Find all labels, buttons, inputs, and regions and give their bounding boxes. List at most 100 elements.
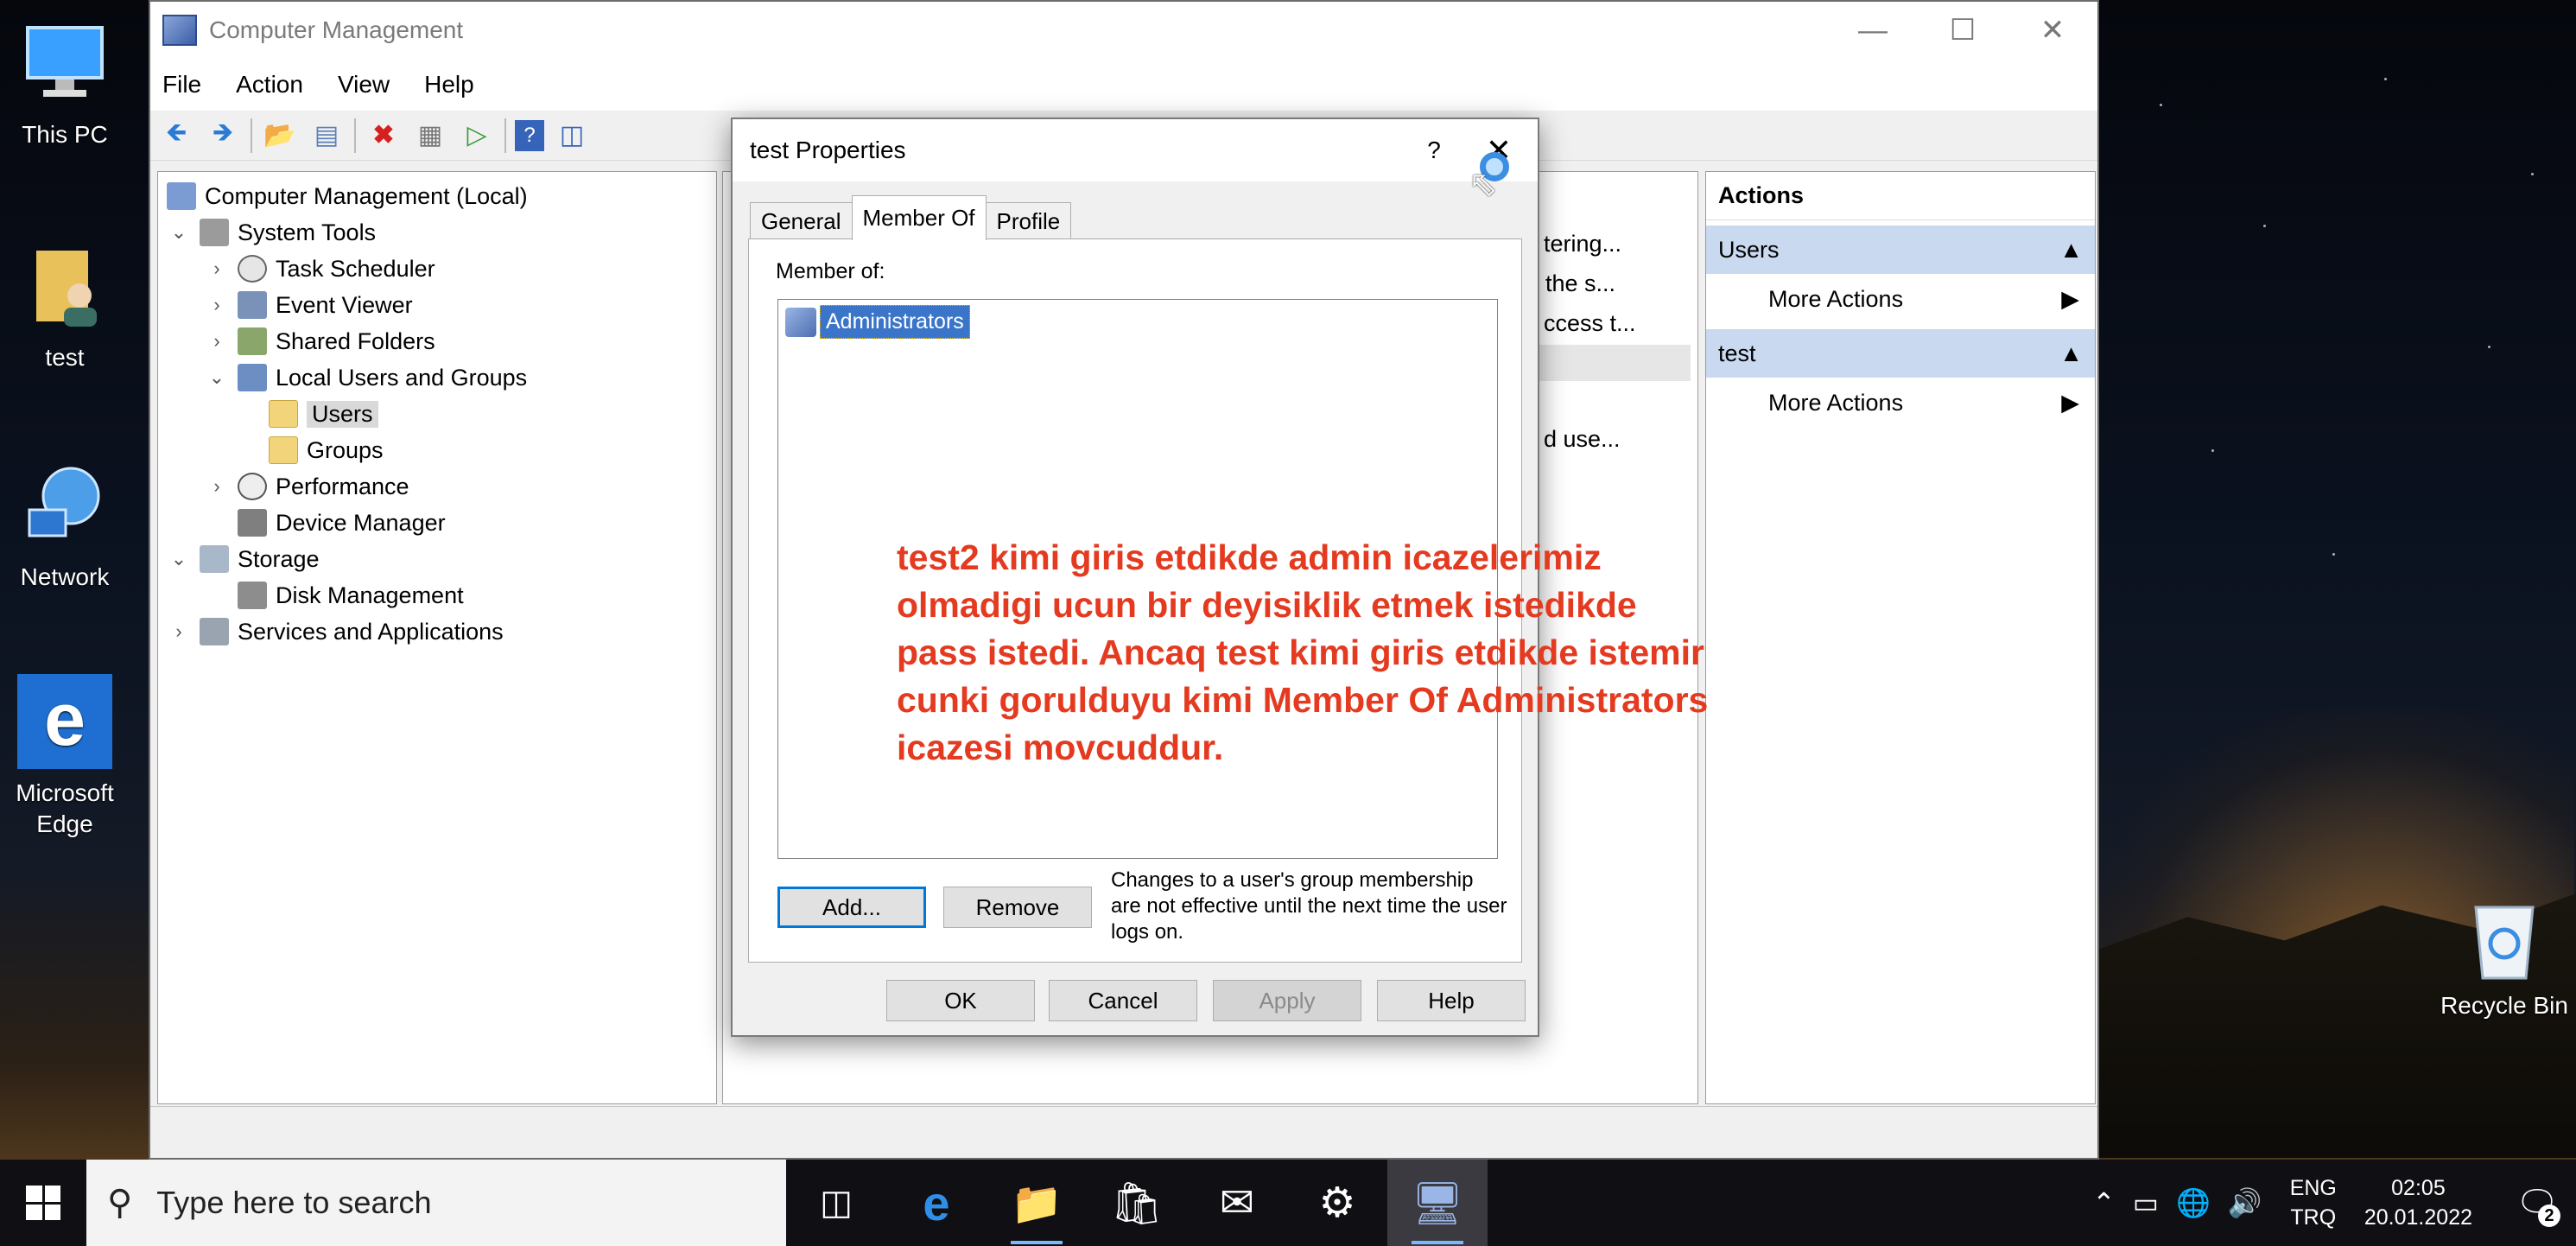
notification-count-badge: 2 <box>2538 1205 2560 1227</box>
toolbar-separator <box>251 118 252 153</box>
console-tree: Computer Management (Local) ⌄ System Tool… <box>157 171 717 1104</box>
tree-item-services-applications[interactable]: › Services and Applications <box>167 614 504 649</box>
performance-icon <box>238 473 267 500</box>
selected-row-highlight[interactable] <box>1535 345 1691 381</box>
menu-view[interactable]: View <box>338 71 390 99</box>
collapse-up-icon[interactable]: ▲ <box>2059 340 2083 367</box>
back-icon[interactable]: 🡸 <box>157 117 195 155</box>
desktop-icon-this-pc[interactable]: This PC <box>0 16 130 150</box>
star <box>2384 78 2387 80</box>
settings-gear-icon[interactable]: ⚙ <box>1287 1160 1387 1246</box>
forward-icon[interactable]: 🡺 <box>204 117 242 155</box>
tree-item-task-scheduler[interactable]: › Task Scheduler <box>205 251 435 286</box>
storage-icon <box>200 545 229 573</box>
up-folder-icon[interactable]: 📂 <box>261 117 299 155</box>
cancel-button[interactable]: Cancel <box>1049 980 1197 1021</box>
chevron-right-icon[interactable]: › <box>167 620 191 643</box>
tree-item-users[interactable]: Users <box>269 397 378 431</box>
properties-icon[interactable]: ▦ <box>411 117 449 155</box>
chevron-down-icon[interactable]: ⌄ <box>167 548 191 570</box>
users-groups-icon <box>238 364 267 391</box>
edge-taskbar-icon[interactable]: e <box>886 1160 987 1246</box>
store-icon[interactable]: 🛍 <box>1087 1160 1187 1246</box>
delete-icon[interactable]: ✖ <box>365 117 403 155</box>
chevron-right-icon[interactable]: › <box>205 257 229 280</box>
tree-item-shared-folders[interactable]: › Shared Folders <box>205 324 435 359</box>
tree-item-local-users-groups[interactable]: ⌄ Local Users and Groups <box>205 360 527 395</box>
file-explorer-icon[interactable]: 📁 <box>987 1160 1087 1246</box>
close-window-button[interactable]: ✕ <box>2008 2 2097 59</box>
volume-icon[interactable]: 🔊 <box>2228 1186 2262 1219</box>
add-button[interactable]: Add... <box>777 887 926 928</box>
actions-section-users[interactable]: Users ▲ <box>1706 226 2095 274</box>
computer-icon <box>17 16 112 111</box>
more-actions-users[interactable]: More Actions ▶ <box>1706 274 2095 324</box>
chevron-right-icon[interactable]: › <box>205 294 229 316</box>
show-action-pane-icon[interactable]: ◫ <box>553 117 591 155</box>
actions-header: Actions <box>1706 172 2095 220</box>
tab-general[interactable]: General <box>750 202 853 240</box>
network-icon[interactable]: 🌐 <box>2176 1186 2211 1219</box>
notification-center-icon[interactable]: 🗨 2 <box>2498 1160 2576 1246</box>
desktop-icon-recycle-bin[interactable]: Recycle Bin <box>2433 895 2576 1021</box>
status-bar <box>150 1106 2097 1158</box>
apply-button[interactable]: Apply <box>1213 980 1361 1021</box>
help-icon[interactable]: ? <box>515 119 544 151</box>
remove-button[interactable]: Remove <box>943 887 1092 928</box>
clock-icon <box>238 255 267 283</box>
star <box>2531 173 2534 175</box>
export-list-icon[interactable]: ▷ <box>458 117 496 155</box>
desktop-icon-edge[interactable]: e Microsoft Edge <box>0 674 130 840</box>
window-titlebar[interactable]: Computer Management — ☐ ✕ <box>150 2 2097 59</box>
menu-help[interactable]: Help <box>424 71 474 99</box>
description-cell: d use... <box>1544 426 1621 452</box>
computer-management-taskbar-icon[interactable]: 🖥 <box>1387 1160 1488 1246</box>
mail-icon[interactable]: ✉ <box>1187 1160 1287 1246</box>
chevron-right-icon[interactable]: › <box>205 330 229 353</box>
list-item-administrators[interactable]: Administrators <box>785 305 970 339</box>
toolbar-separator <box>354 118 356 153</box>
input-language-indicator[interactable]: ENG TRQ <box>2290 1173 2337 1232</box>
device-manager-icon <box>238 509 267 537</box>
minimize-button[interactable]: — <box>1828 2 1918 59</box>
star <box>2488 346 2490 348</box>
collapse-up-icon[interactable]: ▲ <box>2059 237 2083 264</box>
tree-item-system-tools[interactable]: ⌄ System Tools <box>167 215 376 250</box>
desktop-icon-user-folder[interactable]: test <box>0 238 130 373</box>
tree-item-groups[interactable]: Groups <box>269 433 384 467</box>
show-hide-tree-icon[interactable]: ▤ <box>308 117 346 155</box>
maximize-button[interactable]: ☐ <box>1918 2 2008 59</box>
menu-action[interactable]: Action <box>236 71 303 99</box>
recycle-bin-icon <box>2465 895 2543 982</box>
star <box>2211 449 2214 452</box>
description-cell: the s... <box>1545 270 1616 296</box>
ok-button[interactable]: OK <box>886 980 1035 1021</box>
tree-item-computer-management[interactable]: Computer Management (Local) <box>167 179 528 213</box>
tab-member-of[interactable]: Member Of <box>851 195 987 240</box>
chevron-down-icon[interactable]: ⌄ <box>205 366 229 389</box>
usb-device-icon[interactable]: ▭ <box>2133 1186 2159 1219</box>
chevron-right-icon[interactable]: › <box>205 475 229 498</box>
tree-item-event-viewer[interactable]: › Event Viewer <box>205 288 413 322</box>
tree-item-device-manager[interactable]: Device Manager <box>238 505 446 540</box>
desktop-icon-network[interactable]: Network <box>0 458 130 593</box>
star <box>2160 104 2162 106</box>
tree-item-performance[interactable]: › Performance <box>205 469 409 504</box>
submenu-arrow-icon: ▶ <box>2061 285 2079 312</box>
tree-item-storage[interactable]: ⌄ Storage <box>167 542 320 576</box>
tab-profile[interactable]: Profile <box>985 202 1072 240</box>
chevron-down-icon[interactable]: ⌄ <box>167 221 191 244</box>
context-help-button[interactable]: ? <box>1408 137 1460 164</box>
tree-item-disk-management[interactable]: Disk Management <box>238 578 464 613</box>
help-button[interactable]: Help <box>1377 980 1526 1021</box>
menu-file[interactable]: File <box>162 71 201 99</box>
task-view-icon[interactable]: ◫ <box>786 1160 886 1246</box>
more-actions-test[interactable]: More Actions ▶ <box>1706 378 2095 428</box>
start-button[interactable] <box>0 1160 86 1246</box>
taskbar-search-box[interactable]: ⚲ Type here to search <box>86 1160 786 1246</box>
computer-management-icon <box>162 15 197 46</box>
chevron-up-icon[interactable]: ⌃ <box>2092 1186 2116 1219</box>
dialog-titlebar[interactable]: test Properties ? ✕ <box>733 119 1538 181</box>
actions-section-test[interactable]: test ▲ <box>1706 329 2095 378</box>
clock[interactable]: 02:05 20.01.2022 <box>2364 1173 2472 1232</box>
